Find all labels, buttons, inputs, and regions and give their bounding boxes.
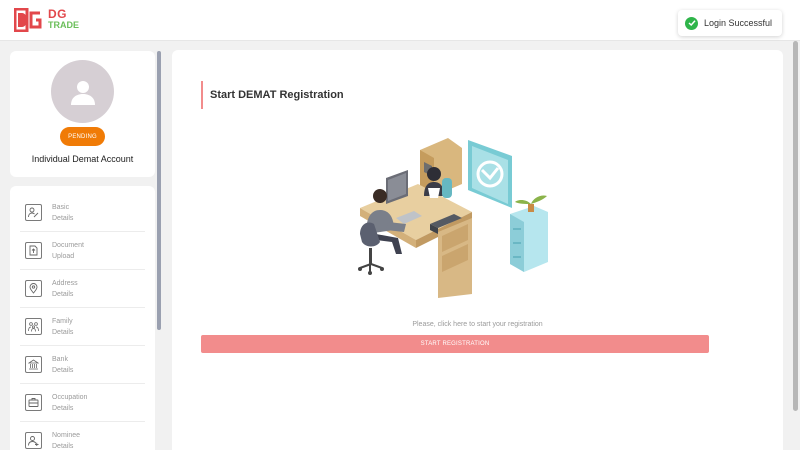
sidebar-item-address-details[interactable]: Address Details [20,270,145,308]
sidebar-item-label: Nominee [52,431,81,439]
avatar [51,60,114,123]
sidebar-item-sublabel: Upload [52,252,75,260]
document-upload-icon [25,242,42,259]
sidebar-item-sublabel: Details [52,214,74,222]
page-title: Start DEMAT Registration [210,89,344,101]
bank-icon [25,356,42,373]
sidebar-item-sublabel: Details [52,442,74,450]
sidebar-item-label: Occupation [52,393,88,401]
sidebar-item-label: Bank [52,355,68,363]
registration-steps-nav: Basic Details Document Upload Address Detai… [10,186,155,450]
nominee-icon [25,432,42,449]
person-edit-icon [25,204,42,221]
dg-logo-icon [14,8,42,32]
sidebar-item-nominee-details[interactable]: Nominee Details [20,422,145,450]
family-icon [25,318,42,335]
brand-subname: TRADE [48,20,79,30]
sidebar-item-sublabel: Details [52,328,74,336]
sidebar-item-label: Basic [52,203,70,211]
sidebar-item-label: Address [52,279,78,287]
top-bar: DG TRADE Login Successful [0,0,800,41]
sidebar-item-label: Family [52,317,73,325]
sidebar-item-family-details[interactable]: Family Details [20,308,145,346]
registration-panel: Start DEMAT Registration Please, click h… [172,50,783,450]
briefcase-icon [25,394,42,411]
brand-name: DG [48,7,67,21]
sidebar-item-occupation-details[interactable]: Occupation Details [20,384,145,422]
login-toast[interactable]: Login Successful [678,10,782,36]
title-accent-bar [201,81,203,109]
page-scrollbar[interactable] [793,41,798,411]
toast-message: Login Successful [704,18,773,28]
account-type-label: Individual Demat Account [31,154,134,164]
sidebar-item-label: Document [52,241,84,249]
status-badge: PENDING [60,127,105,146]
user-icon [70,80,95,105]
start-registration-button[interactable]: START REGISTRATION [201,335,709,353]
office-registration-illustration [358,138,548,298]
profile-card: PENDING Individual Demat Account [10,51,155,177]
location-pin-icon [25,280,42,297]
sidebar-item-document-upload[interactable]: Document Upload [20,232,145,270]
sidebar-item-bank-details[interactable]: Bank Details [20,346,145,384]
registration-hint: Please, click here to start your registr… [412,321,543,328]
sidebar-scrollbar[interactable] [157,51,161,330]
sidebar-item-sublabel: Details [52,404,74,412]
brand-logo[interactable]: DG TRADE [14,8,79,32]
sidebar-item-sublabel: Details [52,290,74,298]
sidebar-item-basic-details[interactable]: Basic Details [20,194,145,232]
check-circle-icon [685,16,698,30]
sidebar-item-sublabel: Details [52,366,74,374]
